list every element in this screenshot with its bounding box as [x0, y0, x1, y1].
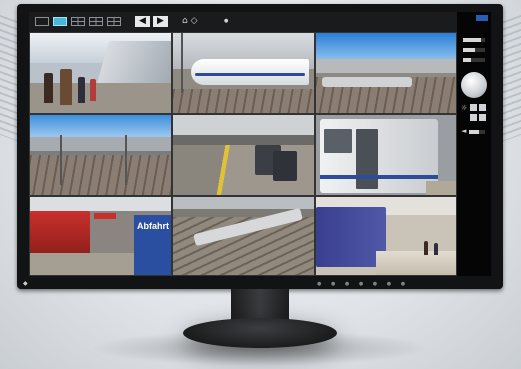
camera-feed-6[interactable]: [315, 114, 457, 196]
network-icon[interactable]: ⌂ ◇: [182, 16, 198, 27]
side-control-panel: ☼ ◄: [457, 12, 491, 276]
ptz-dial-control[interactable]: [461, 72, 487, 98]
brand-badge-icon: ◆: [23, 280, 28, 287]
camera-feed-9[interactable]: [315, 196, 457, 276]
platform: [426, 181, 456, 195]
pole: [125, 135, 127, 185]
slider-2[interactable]: [463, 48, 485, 52]
station-building: [30, 137, 171, 151]
monitor-screen: ◀ ▶ ⌂ ◇ ● Abfahrt ☼ ◄: [29, 12, 491, 276]
camera-feed-5[interactable]: [172, 114, 315, 196]
layout-sixteen-button[interactable]: [107, 17, 121, 26]
ceiling: [30, 197, 171, 211]
layout-quad-button[interactable]: [53, 17, 67, 26]
sky: [316, 33, 456, 61]
slider-fill: [463, 58, 471, 62]
brand-logo: [476, 15, 488, 21]
bench: [273, 151, 297, 181]
person: [78, 77, 85, 103]
grid-icon: [108, 18, 120, 25]
top-toolbar: ◀ ▶ ⌂ ◇ ●: [29, 12, 491, 32]
sky: [173, 197, 314, 209]
slider-fill: [469, 130, 479, 134]
camera-feed-1[interactable]: [29, 32, 172, 114]
status-dot-icon: ●: [224, 18, 229, 24]
slider-3[interactable]: [463, 58, 485, 62]
monitor-stand-base: [183, 318, 337, 348]
pole: [181, 33, 183, 93]
train-stripe: [195, 73, 305, 76]
train: [322, 77, 412, 87]
camera-feed-3[interactable]: [315, 32, 457, 114]
grid-icon: [72, 18, 84, 25]
layout-wide-button[interactable]: [71, 17, 85, 26]
bullet-train: [191, 59, 309, 85]
slider-fill: [463, 48, 476, 52]
slider-fill: [463, 38, 481, 42]
sky: [30, 115, 171, 137]
layout-nine-button[interactable]: [89, 17, 103, 26]
focus-far-button[interactable]: [479, 114, 486, 121]
info-sign: [94, 213, 116, 219]
station-roof: [316, 59, 456, 73]
camera-feed-7[interactable]: Abfahrt: [29, 196, 172, 276]
prev-arrow-button[interactable]: ◀: [135, 16, 150, 27]
zoom-out-button[interactable]: [479, 104, 486, 111]
station-sign-text: Abfahrt: [137, 221, 169, 231]
person: [434, 243, 438, 255]
person: [424, 241, 428, 255]
layout-single-button[interactable]: [35, 17, 49, 26]
grid-icon: [90, 18, 102, 25]
red-train: [30, 211, 90, 255]
focus-near-button[interactable]: [470, 114, 477, 121]
camera-feed-8[interactable]: [172, 196, 315, 276]
person: [90, 79, 96, 101]
tracks: [30, 155, 171, 195]
pole: [60, 135, 62, 185]
volume-slider[interactable]: [469, 130, 485, 134]
zoom-in-button[interactable]: [470, 104, 477, 111]
ceiling: [173, 115, 314, 135]
camera-feed-4[interactable]: [29, 114, 172, 196]
train-window: [324, 129, 352, 153]
camera-feed-2[interactable]: [172, 32, 315, 114]
speaker-icon: ◄: [461, 127, 467, 135]
bezel-buttons[interactable]: ● ● ● ● ● ● ●: [317, 282, 409, 287]
train-stripe: [320, 175, 438, 179]
person: [44, 73, 53, 103]
brightness-icon: ☼: [461, 104, 468, 112]
train-door: [356, 129, 378, 189]
tracks: [173, 89, 314, 113]
platform: [376, 251, 456, 275]
station-sign-board: Abfahrt: [134, 215, 171, 275]
person: [60, 69, 72, 105]
monitor: ◀ ▶ ⌂ ◇ ● Abfahrt ☼ ◄ ◆ ● ● ● ● ● ● ●: [17, 4, 503, 289]
slider-1[interactable]: [463, 38, 485, 42]
next-arrow-button[interactable]: ▶: [153, 16, 168, 27]
